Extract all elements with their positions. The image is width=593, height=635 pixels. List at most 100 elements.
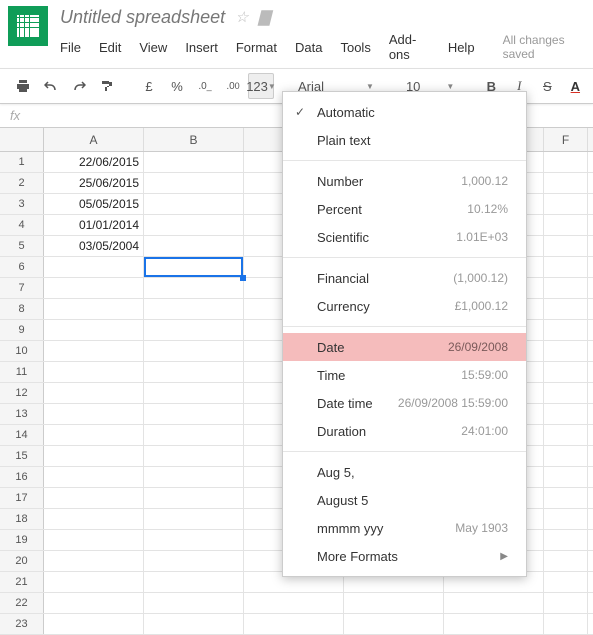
cell[interactable] xyxy=(144,194,244,214)
cell[interactable] xyxy=(144,509,244,529)
cell[interactable] xyxy=(144,173,244,193)
cell[interactable] xyxy=(344,614,444,634)
format-scientific[interactable]: Scientific1.01E+03 xyxy=(283,223,526,251)
row-header[interactable]: 4 xyxy=(0,215,44,235)
row-header[interactable]: 1 xyxy=(0,152,44,172)
cell[interactable] xyxy=(144,278,244,298)
cell[interactable] xyxy=(44,278,144,298)
format-more[interactable]: More Formats▶ xyxy=(283,542,526,570)
cell[interactable] xyxy=(544,530,588,550)
row-header[interactable]: 14 xyxy=(0,425,44,445)
select-all-corner[interactable] xyxy=(0,128,44,151)
row-header[interactable]: 6 xyxy=(0,257,44,277)
cell[interactable] xyxy=(544,488,588,508)
cell[interactable] xyxy=(344,593,444,613)
strike-button[interactable]: S xyxy=(534,73,560,99)
cell[interactable] xyxy=(544,593,588,613)
number-format-button[interactable]: 123 ▼ xyxy=(248,73,274,99)
cell[interactable] xyxy=(144,404,244,424)
cell[interactable] xyxy=(544,341,588,361)
cell[interactable] xyxy=(544,551,588,571)
cell[interactable] xyxy=(144,362,244,382)
cell[interactable] xyxy=(44,362,144,382)
star-icon[interactable]: ☆ xyxy=(235,8,248,26)
row-header[interactable]: 23 xyxy=(0,614,44,634)
row-header[interactable]: 2 xyxy=(0,173,44,193)
cell[interactable] xyxy=(544,152,588,172)
cell[interactable] xyxy=(44,530,144,550)
col-header-b[interactable]: B xyxy=(144,128,244,151)
cell[interactable] xyxy=(544,194,588,214)
cell[interactable] xyxy=(144,425,244,445)
cell[interactable] xyxy=(44,404,144,424)
menu-file[interactable]: File xyxy=(60,40,81,55)
cell[interactable] xyxy=(44,341,144,361)
menu-edit[interactable]: Edit xyxy=(99,40,121,55)
cell[interactable] xyxy=(544,215,588,235)
format-percent[interactable]: Percent10.12% xyxy=(283,195,526,223)
cell[interactable] xyxy=(144,215,244,235)
cell[interactable] xyxy=(44,572,144,592)
cell[interactable] xyxy=(144,488,244,508)
row-header[interactable]: 16 xyxy=(0,467,44,487)
cell[interactable] xyxy=(544,257,588,277)
cell[interactable] xyxy=(44,446,144,466)
cell[interactable] xyxy=(44,257,144,277)
cell[interactable] xyxy=(44,551,144,571)
col-header-a[interactable]: A xyxy=(44,128,144,151)
cell[interactable] xyxy=(544,467,588,487)
text-color-button[interactable]: A xyxy=(562,73,588,99)
cell[interactable] xyxy=(44,320,144,340)
row-header[interactable]: 3 xyxy=(0,194,44,214)
cell[interactable] xyxy=(544,383,588,403)
cell[interactable] xyxy=(144,320,244,340)
format-plain-text[interactable]: Plain text xyxy=(283,126,526,154)
row-header[interactable]: 12 xyxy=(0,383,44,403)
format-automatic[interactable]: Automatic xyxy=(283,98,526,126)
format-august5[interactable]: August 5 xyxy=(283,486,526,514)
cell[interactable] xyxy=(544,278,588,298)
cell[interactable] xyxy=(44,509,144,529)
cell[interactable] xyxy=(544,509,588,529)
menu-help[interactable]: Help xyxy=(448,40,475,55)
cell[interactable] xyxy=(544,446,588,466)
row-header[interactable]: 17 xyxy=(0,488,44,508)
format-currency[interactable]: Currency£1,000.12 xyxy=(283,292,526,320)
col-header-f[interactable]: F xyxy=(544,128,588,151)
cell[interactable] xyxy=(544,299,588,319)
row-header[interactable]: 15 xyxy=(0,446,44,466)
menu-view[interactable]: View xyxy=(139,40,167,55)
cell[interactable] xyxy=(444,614,544,634)
cell[interactable] xyxy=(144,551,244,571)
cell[interactable]: 03/05/2004 xyxy=(44,236,144,256)
cell[interactable] xyxy=(144,572,244,592)
row-header[interactable]: 13 xyxy=(0,404,44,424)
cell[interactable] xyxy=(544,173,588,193)
cell[interactable] xyxy=(144,152,244,172)
row-header[interactable]: 21 xyxy=(0,572,44,592)
cell[interactable] xyxy=(144,593,244,613)
row-header[interactable]: 10 xyxy=(0,341,44,361)
format-aug5[interactable]: Aug 5, xyxy=(283,458,526,486)
cell[interactable] xyxy=(544,425,588,445)
row-header[interactable]: 5 xyxy=(0,236,44,256)
cell[interactable] xyxy=(144,341,244,361)
row-header[interactable]: 18 xyxy=(0,509,44,529)
cell[interactable] xyxy=(144,383,244,403)
increase-decimal-button[interactable]: .00 xyxy=(220,73,246,99)
cell[interactable] xyxy=(244,593,344,613)
format-date-time[interactable]: Date time26/09/2008 15:59:00 xyxy=(283,389,526,417)
row-header[interactable]: 19 xyxy=(0,530,44,550)
cell[interactable]: 22/06/2015 xyxy=(44,152,144,172)
format-mmmm-yyy[interactable]: mmmm yyyMay 1903 xyxy=(283,514,526,542)
cell[interactable] xyxy=(44,467,144,487)
cell[interactable] xyxy=(544,362,588,382)
row-header[interactable]: 11 xyxy=(0,362,44,382)
menu-addons[interactable]: Add-ons xyxy=(389,32,430,62)
menu-tools[interactable]: Tools xyxy=(340,40,370,55)
format-duration[interactable]: Duration24:01:00 xyxy=(283,417,526,445)
folder-icon[interactable]: ▇ xyxy=(259,8,271,26)
cell[interactable] xyxy=(544,236,588,256)
cell[interactable] xyxy=(144,446,244,466)
format-date[interactable]: Date26/09/2008 xyxy=(283,333,526,361)
